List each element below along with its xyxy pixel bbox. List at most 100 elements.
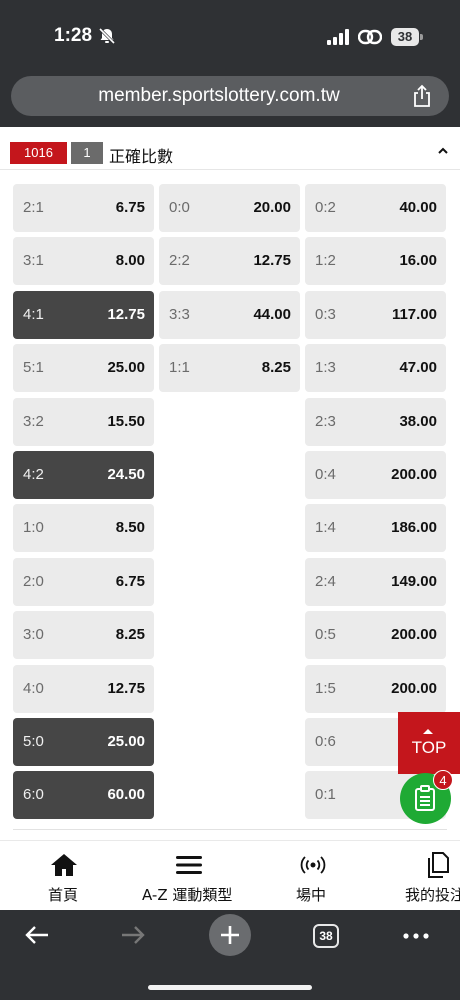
live-icon: [300, 856, 326, 874]
back-arrow-icon[interactable]: [24, 924, 50, 946]
score-label: 0:2: [315, 199, 336, 216]
browser-top-chrome: 1:28 38 member.sportslottery.com.tw: [0, 0, 460, 127]
share-icon[interactable]: [411, 84, 433, 108]
odds-value: 200.00: [391, 626, 437, 643]
odds-value: 117.00: [391, 306, 437, 323]
odds-value: 200.00: [391, 680, 437, 697]
nav-label-home: 首頁: [48, 886, 79, 904]
odds-cell[interactable]: 4:1 12.75: [13, 291, 154, 339]
forward-arrow-icon[interactable]: [120, 924, 146, 946]
score-label: 6:0: [23, 786, 44, 803]
nav-label-sports-az: A-Z 運動類型: [142, 886, 233, 904]
market-header[interactable]: 1016 1 正確比數: [0, 132, 460, 170]
score-label: 2:0: [23, 573, 44, 590]
odds-cell[interactable]: 0:0 20.00: [159, 184, 300, 232]
odds-cell[interactable]: 1:5 200.00: [305, 665, 446, 713]
odds-value: 12.75: [107, 680, 145, 697]
odds-value: 12.75: [107, 306, 145, 323]
scroll-top-label: TOP: [411, 738, 447, 757]
odds-cell[interactable]: 0:3 117.00: [305, 291, 446, 339]
odds-cell[interactable]: 5:1 25.00: [13, 344, 154, 392]
score-label: 3:1: [23, 252, 44, 269]
odds-value: 6.75: [115, 573, 145, 590]
odds-cell[interactable]: 1:1 8.25: [159, 344, 300, 392]
score-label: 0:0: [169, 199, 190, 216]
nav-item-my-bets[interactable]: 我的投注: [400, 842, 460, 910]
odds-cell[interactable]: 0:4 200.00: [305, 451, 446, 499]
odds-value: 8.00: [115, 252, 145, 269]
score-label: 0:5: [315, 626, 336, 643]
odds-cell[interactable]: 1:2 16.00: [305, 237, 446, 285]
odds-cell[interactable]: 6:0 60.00: [13, 771, 154, 819]
score-label: 3:0: [23, 626, 44, 643]
score-label: 1:0: [23, 519, 44, 536]
odds-cell[interactable]: 2:0 6.75: [13, 558, 154, 606]
odds-value: 149.00: [391, 573, 437, 590]
score-label: 1:3: [315, 359, 336, 376]
clipboard-icon: [415, 785, 435, 811]
score-label: 4:0: [23, 680, 44, 697]
bottom-navigation: 首頁 A-Z 運動類型 場中 我的投注: [0, 842, 460, 910]
home-indicator: [148, 985, 312, 990]
odds-value: 60.00: [107, 786, 145, 803]
odds-value: 6.75: [115, 199, 145, 216]
odds-value: 200.00: [391, 466, 437, 483]
odds-cell[interactable]: 0:5 200.00: [305, 611, 446, 659]
odds-cell[interactable]: 2:4 149.00: [305, 558, 446, 606]
score-label: 0:6: [315, 733, 336, 750]
score-label: 4:1: [23, 306, 44, 323]
nav-item-live[interactable]: 場中: [288, 842, 338, 910]
nav-item-sports-az[interactable]: A-Z 運動類型: [140, 842, 240, 910]
plus-icon: [221, 926, 239, 944]
odds-cell[interactable]: 4:2 24.50: [13, 451, 154, 499]
my-bets-icon: [428, 852, 449, 878]
odds-value: 12.75: [253, 252, 291, 269]
browser-toolbar: 38: [0, 910, 460, 1000]
score-label: 1:1: [169, 359, 190, 376]
more-icon[interactable]: [402, 932, 430, 940]
score-label: 5:1: [23, 359, 44, 376]
odds-cell[interactable]: 3:0 8.25: [13, 611, 154, 659]
chevron-up-icon[interactable]: [436, 144, 450, 158]
battery-indicator: 38: [391, 28, 419, 46]
odds-value: 38.00: [399, 413, 437, 430]
new-tab-button[interactable]: [209, 914, 251, 956]
odds-cell[interactable]: 2:2 12.75: [159, 237, 300, 285]
battery-tip: [420, 34, 423, 40]
odds-cell[interactable]: 1:3 47.00: [305, 344, 446, 392]
market-title: 正確比數: [109, 147, 174, 166]
odds-cell[interactable]: 2:3 38.00: [305, 398, 446, 446]
nav-item-home[interactable]: 首頁: [38, 842, 92, 910]
url-text[interactable]: member.sportslottery.com.tw: [11, 85, 449, 107]
score-label: 2:1: [23, 199, 44, 216]
scroll-top-button[interactable]: TOP: [398, 712, 460, 774]
score-label: 3:3: [169, 306, 190, 323]
odds-cell[interactable]: 2:1 6.75: [13, 184, 154, 232]
odds-cell[interactable]: 1:0 8.50: [13, 504, 154, 552]
market-number-badge: 1: [71, 142, 103, 164]
odds-cell[interactable]: 5:0 25.00: [13, 718, 154, 766]
caret-up-icon: [423, 729, 433, 734]
odds-value: 25.00: [107, 359, 145, 376]
odds-value: 16.00: [399, 252, 437, 269]
home-icon: [51, 854, 77, 876]
odds-cell[interactable]: 3:3 44.00: [159, 291, 300, 339]
tabs-button[interactable]: 38: [313, 924, 339, 948]
market-code-badge: 1016: [10, 142, 67, 164]
bell-muted-icon: [98, 27, 116, 45]
score-label: 2:2: [169, 252, 190, 269]
odds-cell[interactable]: 0:2 40.00: [305, 184, 446, 232]
odds-cell[interactable]: 3:2 15.50: [13, 398, 154, 446]
odds-cell[interactable]: 3:1 8.00: [13, 237, 154, 285]
signal-icon: [327, 29, 349, 45]
nav-label-my-bets: 我的投注: [405, 886, 460, 904]
score-label: 4:2: [23, 466, 44, 483]
address-bar[interactable]: member.sportslottery.com.tw: [11, 76, 449, 116]
odds-cell[interactable]: 4:0 12.75: [13, 665, 154, 713]
odds-value: 8.25: [115, 626, 145, 643]
score-label: 0:3: [315, 306, 336, 323]
score-label: 1:4: [315, 519, 336, 536]
odds-value: 8.50: [115, 519, 145, 536]
odds-cell[interactable]: 1:4 186.00: [305, 504, 446, 552]
divider: [0, 840, 460, 841]
